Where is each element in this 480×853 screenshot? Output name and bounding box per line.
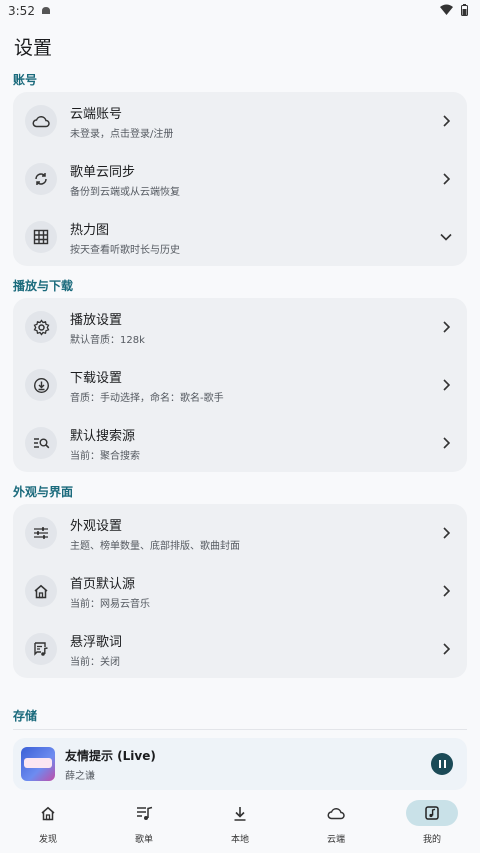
- music-list-icon: [118, 800, 170, 826]
- chevron-right-icon: [437, 112, 455, 130]
- row-subtitle: 音质：手动选择，命名：歌名-歌手: [70, 392, 224, 404]
- settings-row-heatmap[interactable]: 热力图 按天查看听歌时长与历史: [13, 208, 467, 266]
- settings-row-home-default-source[interactable]: 首页默认源 当前：网易云音乐: [13, 562, 467, 620]
- chevron-right-icon: [437, 318, 455, 336]
- sliders-icon: [25, 517, 57, 549]
- nav-item-playlist[interactable]: 歌单: [96, 800, 192, 845]
- bottom-navigation: 发现 歌单 本地 云端 我的: [0, 796, 480, 853]
- row-title: 歌单云同步: [70, 164, 136, 180]
- android-icon: [41, 4, 51, 18]
- chevron-down-icon: [437, 228, 455, 246]
- row-title: 默认搜索源: [70, 428, 136, 444]
- lyrics-icon: [25, 633, 57, 665]
- row-title: 悬浮歌词: [70, 634, 123, 650]
- row-subtitle: 备份到云端或从云端恢复: [70, 186, 180, 198]
- nav-label: 发现: [38, 835, 57, 845]
- row-subtitle: 按天查看听歌时长与历史: [70, 244, 180, 256]
- song-artist: 薛之谦: [65, 770, 95, 782]
- settings-row-download-settings[interactable]: 下载设置 音质：手动选择，命名：歌名-歌手: [13, 356, 467, 414]
- account-card: 云端账号 未登录，点击登录/注册 歌单云同步 备份到云端或从云端恢复 热力图 按…: [13, 92, 467, 266]
- row-title: 首页默认源: [70, 576, 136, 592]
- wifi-icon: [440, 4, 453, 18]
- row-subtitle: 未登录，点击登录/注册: [70, 128, 174, 140]
- music-folder-icon: [406, 800, 458, 826]
- home-icon: [25, 575, 57, 607]
- row-title: 播放设置: [70, 312, 123, 328]
- settings-row-default-search-source[interactable]: 默认搜索源 当前：聚合搜索: [13, 414, 467, 472]
- album-cover: [21, 747, 55, 781]
- cloud-icon: [310, 800, 362, 826]
- sync-icon: [25, 163, 57, 195]
- row-title: 热力图: [70, 222, 110, 238]
- settings-row-cloud-account[interactable]: 云端账号 未登录，点击登录/注册: [13, 92, 467, 150]
- settings-row-appearance[interactable]: 外观设置 主题、榜单数量、底部排版、歌曲封面: [13, 504, 467, 562]
- cloud-icon: [25, 105, 57, 137]
- row-title: 云端账号: [70, 106, 123, 122]
- status-time: 3:52: [8, 4, 35, 18]
- song-title: 友情提示 (Live): [65, 748, 156, 763]
- status-bar: 3:52: [0, 0, 480, 22]
- chevron-right-icon: [437, 582, 455, 600]
- home-icon: [22, 800, 74, 826]
- row-title: 外观设置: [70, 518, 123, 534]
- playback-card: 播放设置 默认音质：128k 下载设置 音质：手动选择，命名：歌名-歌手 默认搜…: [13, 298, 467, 472]
- nav-label: 云端: [326, 835, 345, 845]
- section-title-account: 账号: [13, 73, 38, 87]
- nav-item-local[interactable]: 本地: [192, 800, 288, 845]
- settings-row-playlist-sync[interactable]: 歌单云同步 备份到云端或从云端恢复: [13, 150, 467, 208]
- download-circle-icon: [25, 369, 57, 401]
- row-subtitle: 主题、榜单数量、底部排版、歌曲封面: [70, 540, 240, 552]
- row-title: 下载设置: [70, 370, 123, 386]
- gear-icon: [25, 311, 57, 343]
- row-subtitle: 默认音质：128k: [70, 334, 145, 346]
- nav-label: 歌单: [134, 835, 153, 845]
- download-icon: [214, 800, 266, 826]
- search-list-icon: [25, 427, 57, 459]
- section-title-playback: 播放与下载: [13, 279, 74, 293]
- page-title: 设置: [14, 37, 53, 59]
- nav-item-mine[interactable]: 我的: [384, 800, 480, 845]
- appearance-card: 外观设置 主题、榜单数量、底部排版、歌曲封面 首页默认源 当前：网易云音乐 悬浮…: [13, 504, 467, 678]
- chevron-right-icon: [437, 434, 455, 452]
- nav-item-discover[interactable]: 发现: [0, 800, 96, 845]
- row-subtitle: 当前：聚合搜索: [70, 450, 140, 462]
- mini-player[interactable]: 友情提示 (Live) 薛之谦: [13, 738, 467, 790]
- chevron-right-icon: [437, 524, 455, 542]
- row-subtitle: 当前：关闭: [70, 656, 120, 668]
- pause-button[interactable]: [431, 753, 453, 775]
- chevron-right-icon: [437, 376, 455, 394]
- chevron-right-icon: [437, 170, 455, 188]
- nav-label: 本地: [230, 835, 249, 845]
- nav-item-cloud[interactable]: 云端: [288, 800, 384, 845]
- settings-row-floating-lyrics[interactable]: 悬浮歌词 当前：关闭: [13, 620, 467, 678]
- nav-label: 我的: [422, 835, 441, 845]
- divider: [13, 729, 467, 730]
- battery-icon: [461, 3, 468, 19]
- row-subtitle: 当前：网易云音乐: [70, 598, 150, 610]
- grid-icon: [25, 221, 57, 253]
- section-title-storage: 存储: [13, 709, 38, 723]
- settings-row-play-settings[interactable]: 播放设置 默认音质：128k: [13, 298, 467, 356]
- section-title-appearance: 外观与界面: [13, 485, 74, 499]
- chevron-right-icon: [437, 640, 455, 658]
